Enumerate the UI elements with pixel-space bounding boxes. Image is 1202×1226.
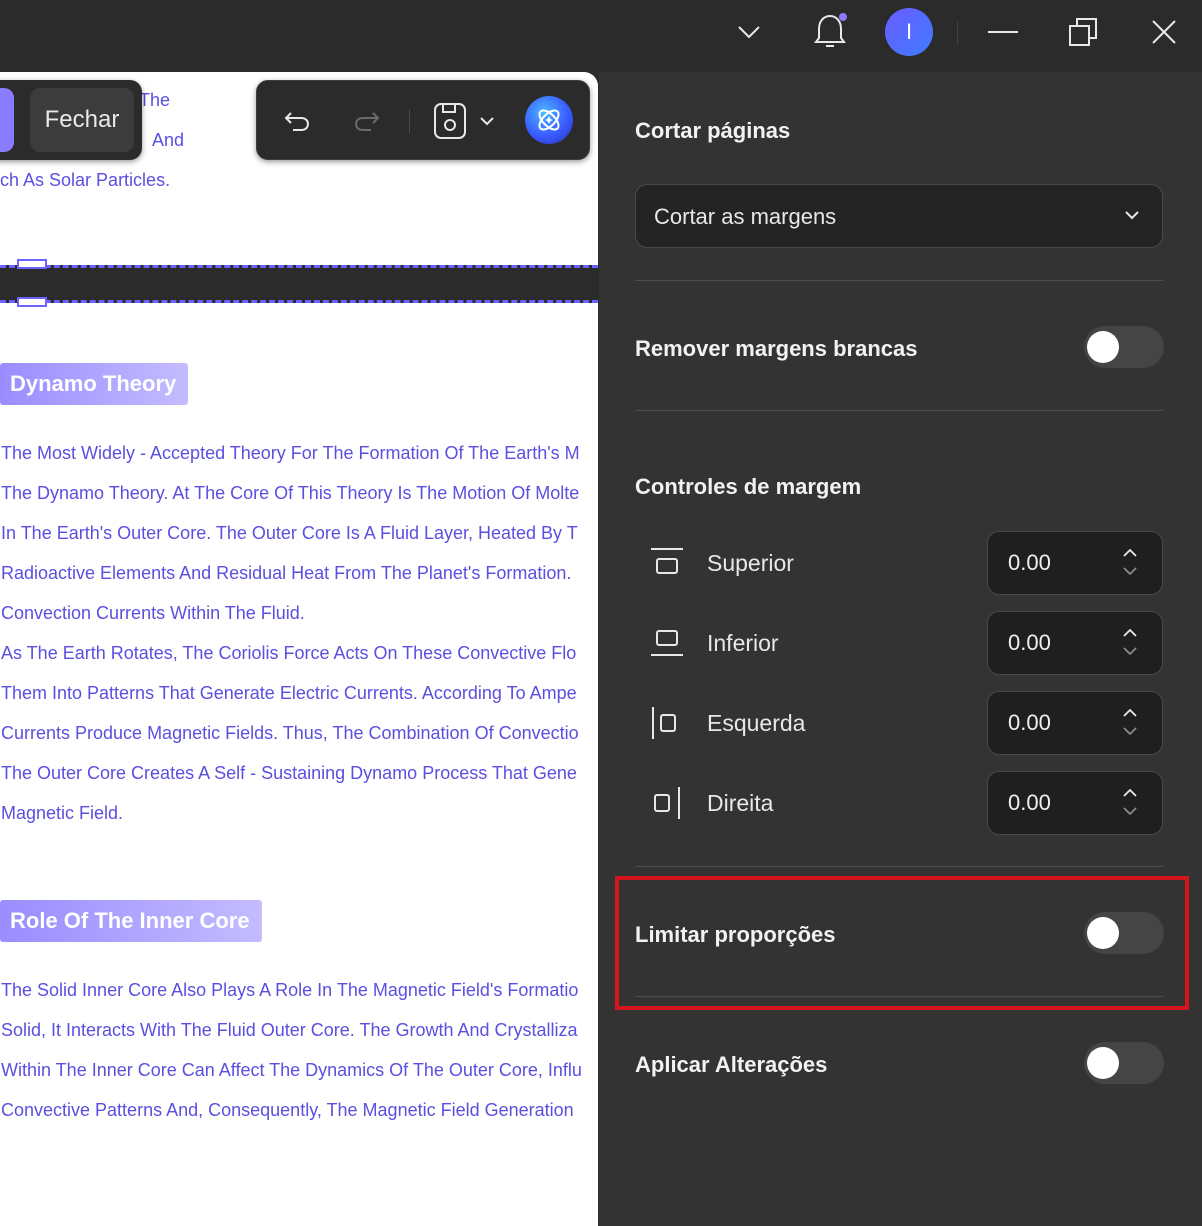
margin-top-icon (649, 545, 685, 581)
margin-row-top: Superior 0.00 (635, 531, 1163, 595)
doc-fragment: ch As Solar Particles. (0, 170, 171, 190)
doc-paragraph-line: As The Earth Rotates, The Coriolis Force… (1, 643, 577, 663)
divider (635, 410, 1163, 411)
apply-changes-toggle[interactable] (1084, 1042, 1164, 1084)
title-bar: I (0, 0, 1202, 72)
chevron-down-icon[interactable] (727, 10, 771, 54)
doc-fragment: And (152, 130, 185, 150)
chevron-down-icon[interactable] (1120, 724, 1140, 738)
remove-white-margins-toggle[interactable] (1084, 326, 1164, 368)
toggle-knob (1087, 331, 1119, 363)
notification-bell-icon[interactable] (808, 10, 852, 54)
chevron-down-icon[interactable] (1120, 804, 1140, 818)
doc-paragraph-line: Solid, It Interacts With The Fluid Outer… (1, 1020, 578, 1040)
doc-paragraph-line: Convective Patterns And, Consequently, T… (1, 1100, 574, 1120)
stepper-value: 0.00 (1008, 790, 1051, 815)
chevron-down-icon[interactable] (1120, 644, 1140, 658)
edit-toolbar (256, 80, 590, 160)
minimize-icon[interactable] (981, 10, 1025, 54)
avatar-initial: I (905, 19, 913, 44)
doc-paragraph-line: Magnetic Field. (1, 803, 124, 823)
apply-changes-label: Aplicar Alterações (635, 1052, 828, 1077)
stepper-value: 0.00 (1008, 630, 1051, 655)
doc-paragraph-line: Convection Currents Within The Fluid. (1, 603, 305, 623)
crop-pages-title: Cortar páginas (635, 118, 791, 143)
margin-row-bottom: Inferior 0.00 (635, 611, 1163, 675)
close-window-icon[interactable] (1142, 10, 1186, 54)
crop-handle-top[interactable] (17, 259, 47, 269)
doc-paragraph-line: Within The Inner Core Can Affect The Dyn… (1, 1060, 582, 1080)
save-icon[interactable] (428, 99, 472, 143)
crop-handle-bottom[interactable] (17, 297, 47, 307)
user-avatar[interactable]: I (885, 8, 933, 56)
margin-left-stepper[interactable]: 0.00 (987, 691, 1163, 755)
ai-assistant-icon[interactable] (525, 96, 573, 144)
highlight-annotation (615, 876, 1189, 1010)
crop-mode-select[interactable]: Cortar as margens (635, 184, 1163, 248)
crop-settings-panel: Cortar páginas Cortar as margens Remover… (599, 72, 1202, 1226)
toolbar-separator (409, 109, 410, 133)
undo-icon[interactable] (275, 99, 319, 143)
margin-left-icon (649, 705, 685, 741)
crop-action-toolbar: Fechar (0, 80, 142, 160)
doc-heading: Role Of The Inner Core (0, 900, 262, 942)
crop-selection-band[interactable] (0, 265, 598, 303)
margin-right-icon (649, 785, 685, 821)
divider (635, 866, 1163, 867)
doc-paragraph-line: The Dynamo Theory. At The Core Of This T… (1, 483, 580, 503)
margin-row-left: Esquerda 0.00 (635, 691, 1163, 755)
doc-paragraph-line: The Outer Core Creates A Self - Sustaini… (1, 763, 577, 783)
margin-label: Direita (707, 790, 774, 816)
doc-fragment: The (139, 90, 171, 110)
chevron-down-icon (1124, 207, 1140, 225)
margin-label: Inferior (707, 630, 779, 656)
doc-paragraph-line: In The Earth's Outer Core. The Outer Cor… (1, 523, 578, 543)
margin-right-stepper[interactable]: 0.00 (987, 771, 1163, 835)
close-button[interactable]: Fechar (30, 88, 134, 152)
chevron-up-icon[interactable] (1120, 546, 1140, 560)
app-window: I The And ch As Solar Particles. Dynamo … (0, 0, 1202, 1226)
chevron-up-icon[interactable] (1120, 706, 1140, 720)
doc-paragraph-line: The Most Widely - Accepted Theory For Th… (1, 443, 580, 463)
toggle-knob (1087, 1047, 1119, 1079)
doc-paragraph-line: The Solid Inner Core Also Plays A Role I… (1, 980, 579, 1000)
chevron-down-icon[interactable] (1120, 564, 1140, 578)
restore-icon[interactable] (1061, 10, 1105, 54)
margin-label: Superior (707, 550, 794, 576)
apply-crop-button[interactable] (0, 88, 14, 152)
divider (635, 280, 1163, 281)
chevron-up-icon[interactable] (1120, 786, 1140, 800)
crop-mode-value: Cortar as margens (654, 204, 837, 229)
doc-paragraph-line: Currents Produce Magnetic Fields. Thus, … (1, 723, 579, 743)
doc-paragraph-line: Them Into Patterns That Generate Electri… (1, 683, 577, 703)
margin-label: Esquerda (707, 710, 806, 736)
margin-controls-title: Controles de margem (635, 474, 862, 499)
chevron-up-icon[interactable] (1120, 626, 1140, 640)
margin-row-right: Direita 0.00 (635, 771, 1163, 835)
margin-bottom-stepper[interactable]: 0.00 (987, 611, 1163, 675)
doc-paragraph-line: Radioactive Elements And Residual Heat F… (1, 563, 572, 583)
margin-top-stepper[interactable]: 0.00 (987, 531, 1163, 595)
redo-icon[interactable] (345, 99, 389, 143)
stepper-value: 0.00 (1008, 550, 1051, 575)
margin-bottom-icon (649, 625, 685, 661)
remove-white-margins-label: Remover margens brancas (635, 336, 918, 361)
titlebar-separator (957, 22, 958, 44)
save-options-chevron-icon[interactable] (475, 99, 499, 143)
doc-heading: Dynamo Theory (0, 363, 189, 405)
stepper-value: 0.00 (1008, 710, 1051, 735)
document-canvas[interactable]: The And ch As Solar Particles. Dynamo Th… (0, 72, 598, 1226)
